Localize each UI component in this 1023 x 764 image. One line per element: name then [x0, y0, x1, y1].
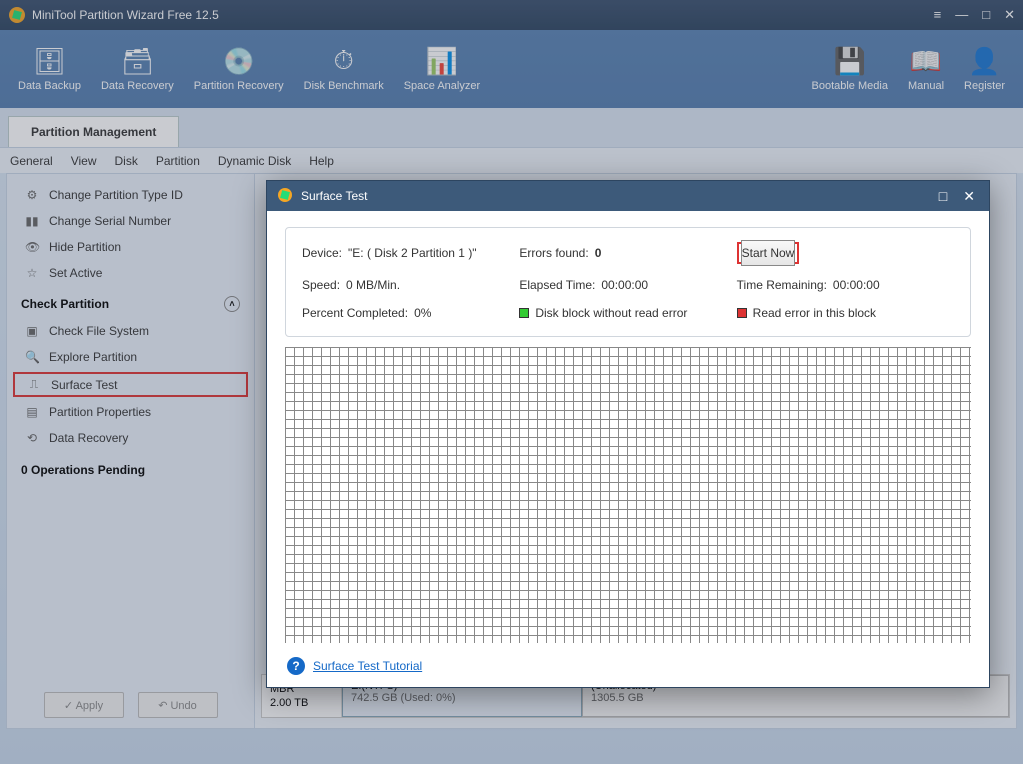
remaining-value: 00:00:00	[833, 278, 880, 292]
dialog-logo-icon	[277, 187, 293, 206]
tutorial-link[interactable]: Surface Test Tutorial	[313, 659, 422, 673]
errors-label: Errors found:	[519, 246, 588, 260]
device-label: Device:	[302, 246, 342, 260]
info-panel: Device: "E: ( Disk 2 Partition 1 )" Erro…	[285, 227, 971, 337]
legend-ok-icon	[519, 308, 529, 318]
dialog-maximize-icon[interactable]: □	[935, 188, 951, 204]
legend-err-label: Read error in this block	[753, 306, 876, 320]
start-now-button[interactable]: Start Now	[741, 240, 796, 266]
remaining-label: Time Remaining:	[737, 278, 827, 292]
dialog-titlebar: Surface Test □ ✕	[267, 181, 989, 211]
percent-value: 0%	[414, 306, 431, 320]
device-value: "E: ( Disk 2 Partition 1 )"	[348, 246, 477, 260]
dialog-close-icon[interactable]: ✕	[959, 188, 979, 205]
dialog-title: Surface Test	[301, 189, 367, 203]
start-highlight: Start Now	[737, 242, 800, 264]
percent-label: Percent Completed:	[302, 306, 408, 320]
errors-value: 0	[595, 246, 602, 260]
legend-ok-label: Disk block without read error	[535, 306, 687, 320]
speed-label: Speed:	[302, 278, 340, 292]
speed-value: 0 MB/Min.	[346, 278, 400, 292]
surface-test-dialog: Surface Test □ ✕ Device: "E: ( Disk 2 Pa…	[266, 180, 990, 688]
block-grid	[285, 347, 971, 643]
legend-err-icon	[737, 308, 747, 318]
help-icon[interactable]: ?	[287, 657, 305, 675]
elapsed-label: Elapsed Time:	[519, 278, 595, 292]
elapsed-value: 00:00:00	[601, 278, 648, 292]
